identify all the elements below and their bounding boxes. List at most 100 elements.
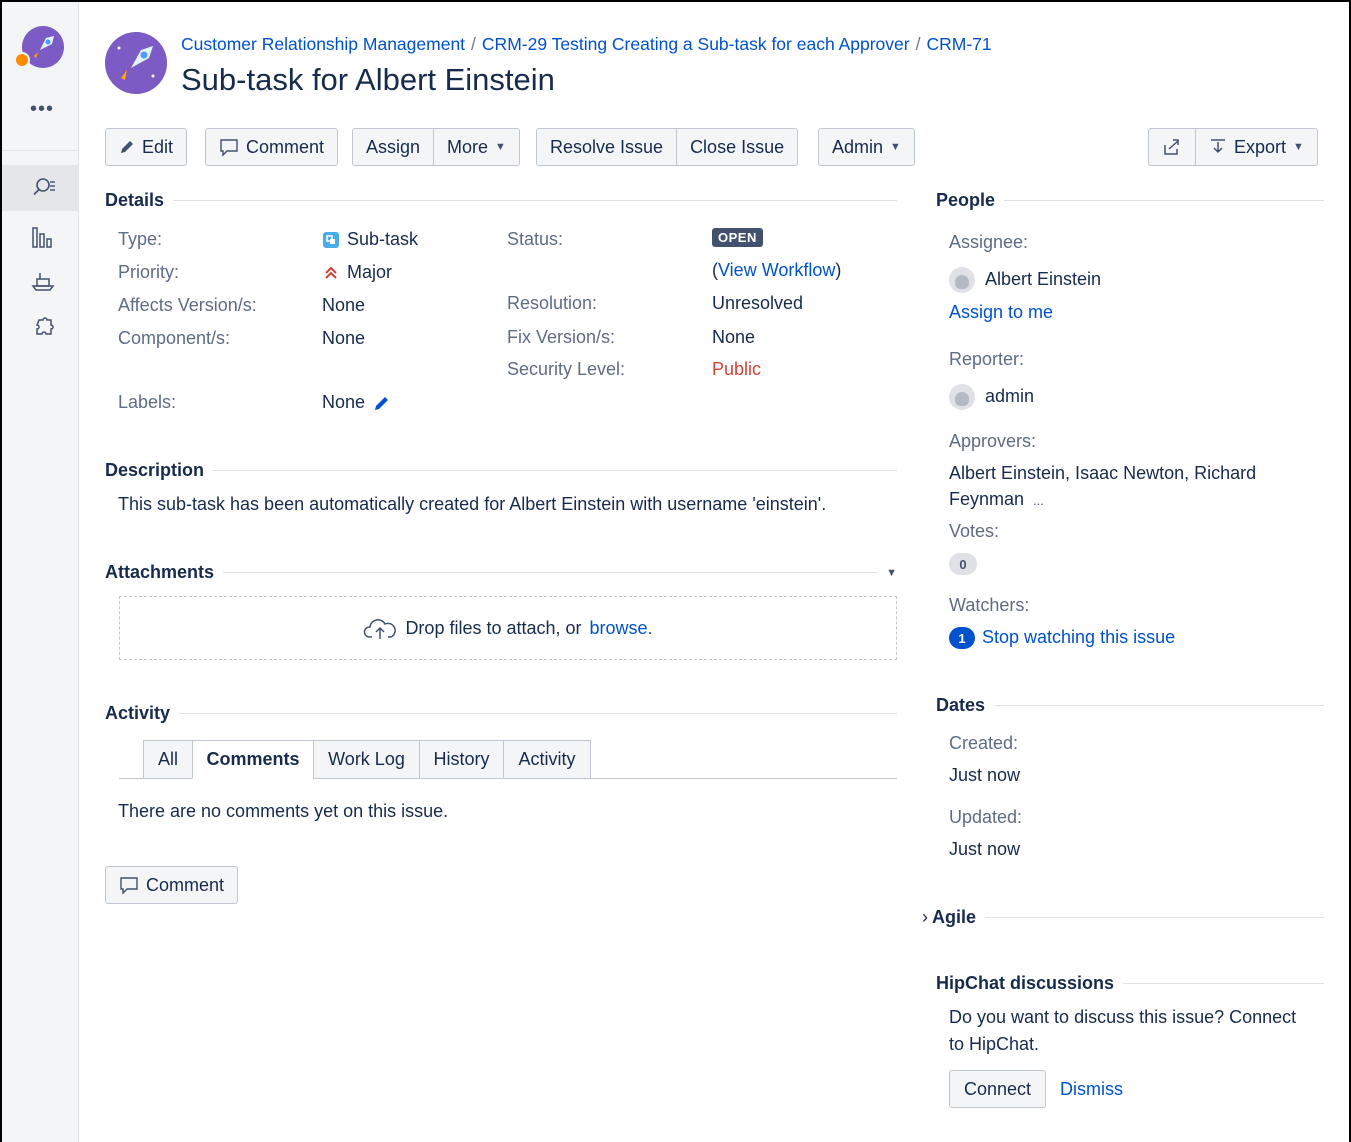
breadcrumb-issue-key-link[interactable]: CRM-71 xyxy=(926,34,991,54)
watchers-count-badge[interactable]: 1 xyxy=(949,627,975,649)
activity-heading-label: Activity xyxy=(105,703,171,723)
security-level-label: Security Level: xyxy=(507,359,626,379)
admin-button[interactable]: Admin ▼ xyxy=(818,128,915,166)
tab-activity[interactable]: Activity xyxy=(503,740,591,779)
hipchat-section-heading[interactable]: HipChat discussions xyxy=(936,973,1324,994)
people-section-heading[interactable]: People xyxy=(936,190,1324,211)
view-workflow: (View Workflow) xyxy=(712,260,841,281)
labels-value[interactable]: None xyxy=(322,392,391,413)
issue-title[interactable]: Sub-task for Albert Einstein xyxy=(181,62,555,98)
browse-link[interactable]: browse. xyxy=(590,618,653,639)
search-icon[interactable] xyxy=(30,174,56,200)
edit-button[interactable]: Edit xyxy=(105,128,188,166)
labels-label: Labels: xyxy=(118,392,177,412)
security-level-value: Public xyxy=(712,359,762,379)
add-ons-icon[interactable] xyxy=(30,316,56,342)
priority-value: Major xyxy=(322,262,392,283)
priority-major-icon xyxy=(325,266,337,279)
close-issue-label: Close Issue xyxy=(690,136,785,157)
resolve-issue-button[interactable]: Resolve Issue xyxy=(536,128,678,166)
add-comment-label: Comment xyxy=(146,874,225,895)
admin-toolbar-group: Admin ▼ xyxy=(818,128,915,166)
stop-watching-link[interactable]: Stop watching this issue xyxy=(982,627,1175,648)
approvers-line-1: Albert Einstein, Isaac Newton, Richard xyxy=(949,463,1257,483)
attachments-section-heading[interactable]: Attachments ▼ xyxy=(105,562,897,583)
reporter-avatar xyxy=(949,384,975,410)
issue-view: Customer Relationship Management / CRM-29 … xyxy=(79,2,1349,1142)
description-heading-label: Description xyxy=(105,460,205,480)
assignee-name[interactable]: Albert Einstein xyxy=(985,269,1101,290)
breadcrumb: Customer Relationship Management / CRM-29 … xyxy=(181,34,992,55)
breadcrumb-separator: / xyxy=(471,34,476,54)
people-heading-label: People xyxy=(936,190,996,210)
assign-to-me-link[interactable]: Assign to me xyxy=(949,302,1053,323)
ship-icon[interactable] xyxy=(30,268,56,294)
more-button[interactable]: More ▼ xyxy=(434,128,520,166)
pencil-icon xyxy=(121,141,133,153)
reports-icon[interactable] xyxy=(30,225,56,251)
agile-heading-label: Agile xyxy=(932,907,977,927)
chevron-down-icon: ▼ xyxy=(890,141,901,153)
tab-all[interactable]: All xyxy=(143,740,193,779)
dismiss-link[interactable]: Dismiss xyxy=(1060,1079,1123,1100)
affects-version-label: Affects Version/s: xyxy=(118,295,257,315)
breadcrumb-project-link[interactable]: Customer Relationship Management xyxy=(181,34,465,54)
agile-section-heading[interactable]: › Agile xyxy=(922,907,1324,928)
edit-toolbar-group: Edit xyxy=(105,128,188,166)
approvers-more-ellipsis[interactable]: ... xyxy=(1033,493,1044,508)
more-button-label: More xyxy=(447,136,489,157)
created-label: Created: xyxy=(949,733,1019,753)
chevron-right-icon[interactable]: › xyxy=(922,907,928,928)
chevron-down-icon: ▼ xyxy=(1293,141,1304,153)
type-value-text: Sub-task xyxy=(347,229,419,249)
workflow-toolbar-group: Assign More ▼ xyxy=(352,128,520,166)
section-divider xyxy=(1123,983,1324,984)
type-label: Type: xyxy=(118,229,163,249)
breadcrumb-parent-link[interactable]: CRM-29 Testing Creating a Sub-task for e… xyxy=(482,34,910,54)
dates-section-heading[interactable]: Dates xyxy=(936,695,1324,716)
assign-button[interactable]: Assign xyxy=(352,128,435,166)
activity-tabs: All Comments Work Log History Activity xyxy=(119,740,897,779)
attachment-dropzone[interactable]: Drop files to attach, or browse. xyxy=(119,596,897,660)
component-value: None xyxy=(322,328,366,348)
tab-work-log[interactable]: Work Log xyxy=(313,740,420,779)
tab-history[interactable]: History xyxy=(419,740,504,779)
edit-pencil-icon[interactable] xyxy=(373,394,391,412)
add-comment-button[interactable]: Comment xyxy=(105,866,239,904)
connect-button[interactable]: Connect xyxy=(949,1070,1047,1108)
download-icon xyxy=(1211,139,1225,154)
approvers-line-2: Feynman ... xyxy=(949,489,1044,510)
close-issue-button[interactable]: Close Issue xyxy=(677,128,799,166)
transition-toolbar-group: Resolve Issue Close Issue xyxy=(536,128,799,166)
no-comments-message: There are no comments yet on this issue. xyxy=(118,801,449,821)
approvers-line-2-text: Feynman xyxy=(949,489,1025,509)
component-label: Component/s: xyxy=(118,328,231,348)
section-divider xyxy=(1004,200,1324,201)
votes-label: Votes: xyxy=(949,521,1000,541)
share-export-toolbar-group: Export ▼ xyxy=(1148,128,1318,166)
sidebar-divider xyxy=(2,150,79,151)
chevron-down-icon[interactable]: ▼ xyxy=(886,567,897,579)
assignee-label: Assignee: xyxy=(949,232,1029,252)
details-section-heading[interactable]: Details xyxy=(105,190,897,211)
votes-count-badge[interactable]: 0 xyxy=(949,553,977,575)
more-icon[interactable]: ••• xyxy=(30,98,54,121)
project-avatar[interactable] xyxy=(105,32,167,94)
affects-version-value: None xyxy=(322,295,366,315)
rocket-icon xyxy=(105,32,167,94)
hipchat-message-line-2: to HipChat. xyxy=(949,1034,1040,1054)
comment-toolbar-group: Comment xyxy=(205,128,339,166)
reporter-label: Reporter: xyxy=(949,349,1025,369)
description-text[interactable]: This sub-task has been automatically cre… xyxy=(118,494,826,515)
description-section-heading[interactable]: Description xyxy=(105,460,897,481)
comment-button[interactable]: Comment xyxy=(205,128,339,166)
view-workflow-link[interactable]: View Workflow xyxy=(718,260,835,280)
tab-comments[interactable]: Comments xyxy=(192,740,314,779)
export-button[interactable]: Export ▼ xyxy=(1196,128,1318,166)
assignee-avatar xyxy=(949,267,975,293)
activity-section-heading[interactable]: Activity xyxy=(105,703,897,724)
edit-button-label: Edit xyxy=(142,136,174,157)
share-button[interactable] xyxy=(1148,128,1196,166)
details-heading-label: Details xyxy=(105,190,165,210)
reporter-name[interactable]: admin xyxy=(985,386,1034,407)
